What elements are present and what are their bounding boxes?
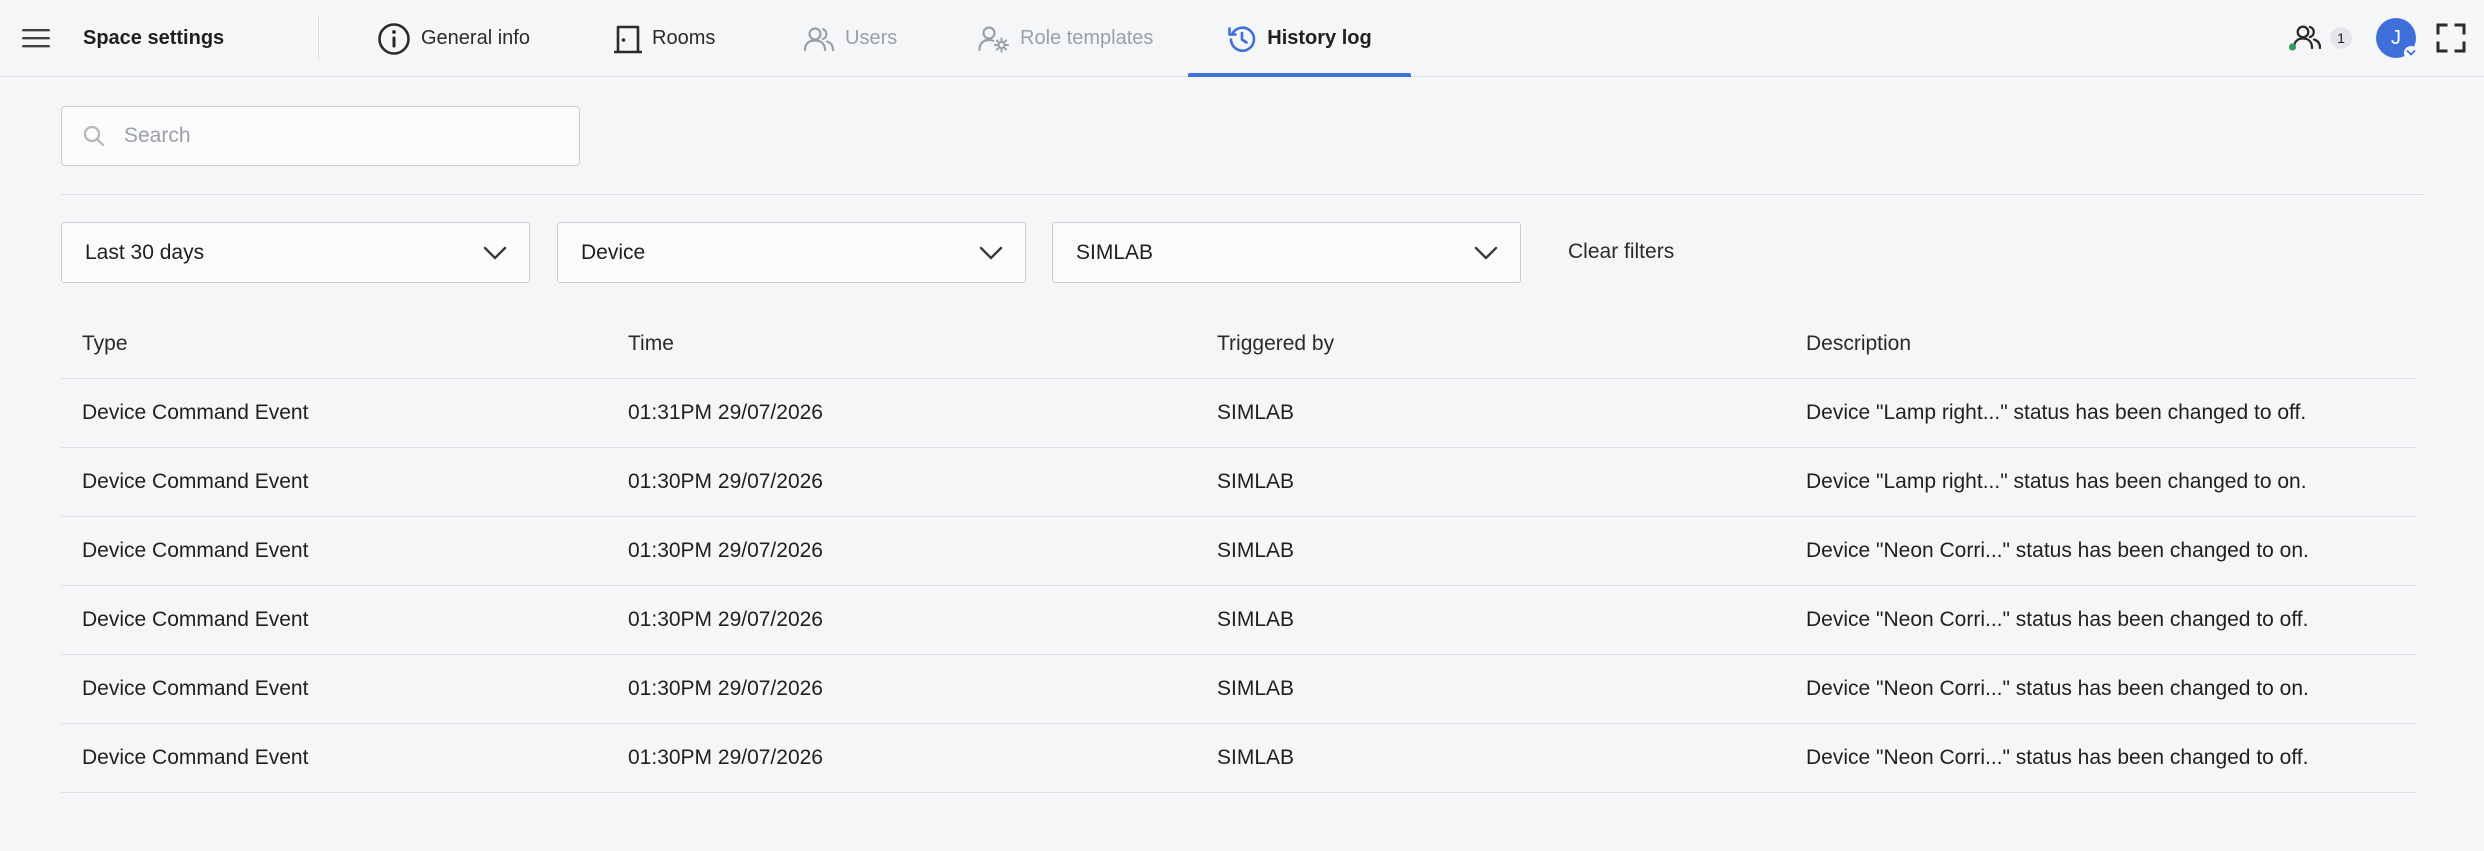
fullscreen-button[interactable]: [2434, 21, 2468, 55]
user-gear-icon: [978, 25, 1009, 52]
tab-general-info[interactable]: General info: [359, 0, 548, 77]
column-header-description[interactable]: Description: [1806, 332, 2417, 356]
trigger-select[interactable]: SIMLAB: [1052, 222, 1521, 283]
cell-type: Device Command Event: [82, 539, 309, 562]
cell-description: Device "Neon Corri..." status has been c…: [1806, 608, 2309, 631]
tab-label: Users: [845, 27, 898, 49]
tab-role-templates[interactable]: Role templates: [960, 0, 1171, 77]
search-input[interactable]: [118, 124, 558, 148]
hamburger-menu-icon: [22, 29, 50, 48]
cell-description: Device "Lamp right..." status has been c…: [1806, 401, 2307, 424]
table-row[interactable]: Device Command Event 01:30PM 29/07/2026 …: [61, 724, 2417, 793]
cell-triggered-by: SIMLAB: [1217, 470, 1295, 493]
page-title: Space settings: [83, 27, 225, 49]
cell-type: Device Command Event: [82, 746, 309, 769]
type-select[interactable]: Device: [557, 222, 1026, 283]
cell-type: Device Command Event: [82, 608, 309, 631]
cell-triggered-by: SIMLAB: [1217, 401, 1295, 424]
fullscreen-icon: [2436, 23, 2466, 53]
table-row[interactable]: Device Command Event 01:30PM 29/07/2026 …: [61, 655, 2417, 724]
table-row[interactable]: Device Command Event 01:30PM 29/07/2026 …: [61, 517, 2417, 586]
column-header-type[interactable]: Type: [61, 332, 628, 356]
users-icon: [803, 26, 835, 51]
tab-users[interactable]: Users: [785, 0, 915, 77]
period-select-value: Last 30 days: [85, 240, 205, 264]
cell-triggered-by: SIMLAB: [1217, 539, 1295, 562]
cell-time: 01:30PM 29/07/2026: [628, 677, 823, 700]
chevron-down-icon: [483, 246, 507, 259]
avatar-chevron: [2404, 46, 2418, 60]
period-select[interactable]: Last 30 days: [61, 222, 530, 283]
history-icon: [1228, 25, 1256, 52]
top-bar: Space settings General info Rooms Users: [0, 0, 2484, 77]
history-table: Type Time Triggered by Description Devic…: [61, 310, 2417, 793]
cell-triggered-by: SIMLAB: [1217, 746, 1295, 769]
info-icon: [378, 22, 410, 55]
search-icon: [83, 125, 105, 147]
cell-time: 01:30PM 29/07/2026: [628, 746, 823, 769]
online-users-icon: [2288, 25, 2322, 51]
avatar[interactable]: J: [2376, 18, 2418, 60]
table-row[interactable]: Device Command Event 01:31PM 29/07/2026 …: [61, 379, 2417, 448]
cell-time: 01:31PM 29/07/2026: [628, 401, 823, 424]
column-header-triggered-by[interactable]: Triggered by: [1217, 332, 1806, 356]
table-row[interactable]: Device Command Event 01:30PM 29/07/2026 …: [61, 586, 2417, 655]
tab-history-log[interactable]: History log: [1188, 0, 1411, 77]
tab-label: General info: [421, 27, 530, 49]
door-icon: [614, 25, 642, 53]
table-header: Type Time Triggered by Description: [61, 310, 2417, 379]
search-icon-wrap: [62, 106, 118, 166]
cell-triggered-by: SIMLAB: [1217, 677, 1295, 700]
cell-type: Device Command Event: [82, 677, 309, 700]
cell-description: Device "Neon Corri..." status has been c…: [1806, 746, 2309, 769]
online-count-badge: 1: [2330, 27, 2352, 49]
tab-label: History log: [1267, 27, 1372, 49]
table-row[interactable]: Device Command Event 01:30PM 29/07/2026 …: [61, 448, 2417, 517]
search-box: [61, 106, 580, 166]
cell-time: 01:30PM 29/07/2026: [628, 539, 823, 562]
online-users-button[interactable]: 1: [2288, 20, 2354, 56]
active-tab-indicator: [1188, 73, 1411, 77]
section-divider: [61, 194, 2425, 195]
cell-type: Device Command Event: [82, 401, 309, 424]
trigger-select-value: SIMLAB: [1076, 240, 1154, 264]
cell-description: Device "Neon Corri..." status has been c…: [1806, 539, 2309, 562]
clear-filters-button[interactable]: Clear filters: [1568, 238, 1674, 266]
cell-time: 01:30PM 29/07/2026: [628, 608, 823, 631]
tab-label: Rooms: [652, 27, 716, 49]
cell-triggered-by: SIMLAB: [1217, 608, 1295, 631]
header-divider: [318, 16, 319, 60]
avatar-initial: J: [2391, 26, 2401, 49]
cell-type: Device Command Event: [82, 470, 309, 493]
cell-time: 01:30PM 29/07/2026: [628, 470, 823, 493]
type-select-value: Device: [581, 240, 646, 264]
chevron-down-icon: [979, 246, 1003, 259]
cell-description: Device "Neon Corri..." status has been c…: [1806, 677, 2309, 700]
column-header-time[interactable]: Time: [628, 332, 1217, 356]
chevron-down-icon: [1474, 246, 1498, 259]
cell-description: Device "Lamp right..." status has been c…: [1806, 470, 2307, 493]
menu-button[interactable]: [20, 22, 52, 54]
tab-label: Role templates: [1020, 27, 1154, 49]
chevron-down-icon: [2406, 50, 2416, 56]
tab-rooms[interactable]: Rooms: [596, 0, 733, 77]
